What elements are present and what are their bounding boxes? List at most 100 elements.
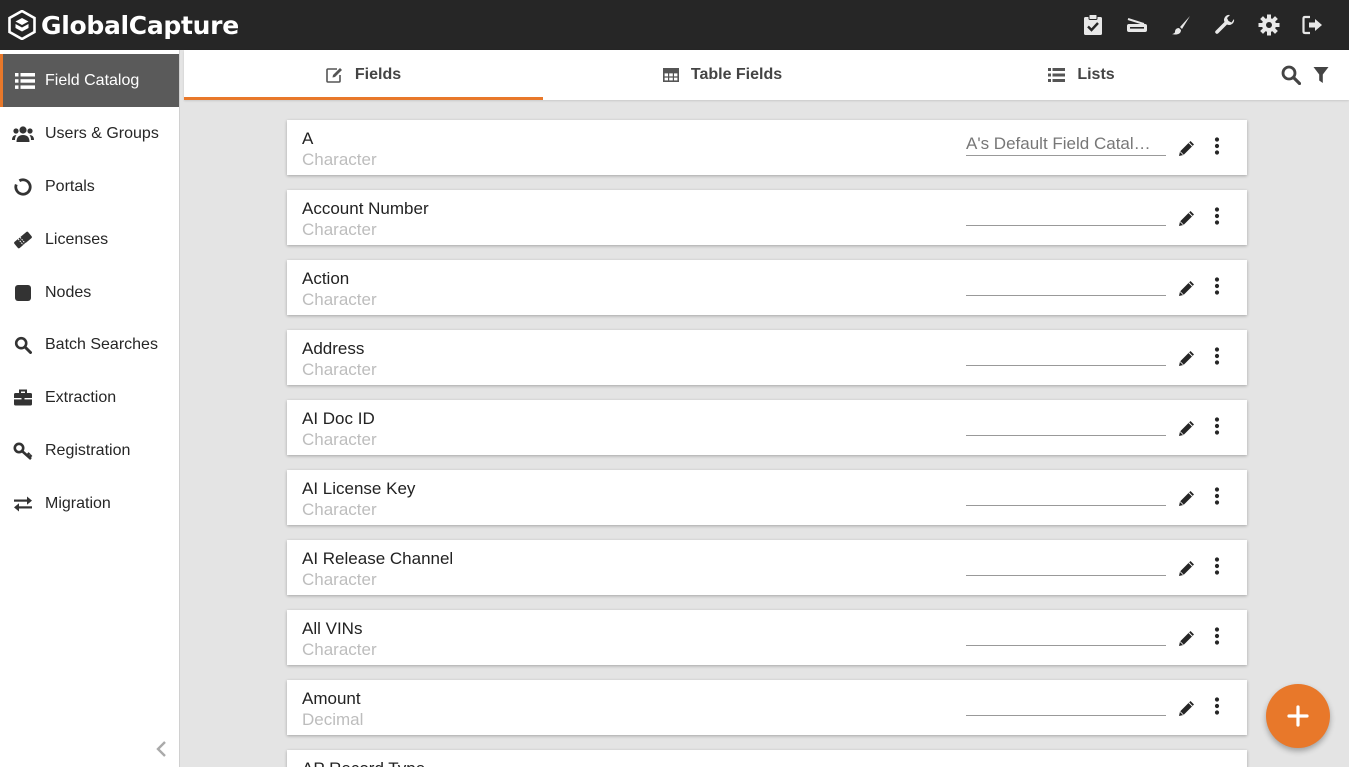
sidebar-item-label: Licenses: [45, 230, 109, 248]
more-options-button[interactable]: [1214, 207, 1220, 230]
field-catalog-value[interactable]: [966, 484, 1166, 506]
pencil-icon: [1179, 281, 1194, 296]
tasks-button[interactable]: [1071, 0, 1115, 50]
edit-field-button[interactable]: [1178, 560, 1195, 582]
gear-icon: [1258, 14, 1280, 36]
filter-icon: [1313, 67, 1329, 83]
edit-field-button[interactable]: [1178, 630, 1195, 652]
edit-field-button[interactable]: [1178, 350, 1195, 372]
sidebar-item-extraction[interactable]: Extraction: [0, 371, 179, 424]
ticket-icon: [0, 231, 45, 249]
field-type: Character: [302, 290, 377, 309]
top-toolbar: [1071, 0, 1335, 50]
more-options-button[interactable]: [1214, 277, 1220, 300]
field-name: All VINs: [302, 619, 363, 638]
pencil-icon: [1179, 491, 1194, 506]
edit-field-button[interactable]: [1178, 700, 1195, 722]
brush-button[interactable]: [1159, 0, 1203, 50]
tab-label: Lists: [1077, 66, 1115, 83]
tab-lists[interactable]: Lists: [902, 50, 1261, 100]
field-row[interactable]: Amount Decimal: [287, 680, 1247, 735]
sidebar-item-licenses[interactable]: Licenses: [0, 213, 179, 266]
filter-button[interactable]: [1313, 66, 1329, 84]
field-catalog-value[interactable]: [966, 204, 1166, 226]
sidebar: Field Catalog Users & Groups Portals Lic…: [0, 50, 180, 767]
more-options-button[interactable]: [1214, 137, 1220, 160]
field-catalog-value[interactable]: [966, 624, 1166, 646]
search-button[interactable]: [1281, 65, 1301, 85]
sidebar-item-users-groups[interactable]: Users & Groups: [0, 107, 179, 160]
field-type: Character: [302, 360, 377, 379]
table-icon: [662, 68, 679, 82]
app-logo[interactable]: GlobalCapture: [8, 10, 239, 40]
more-options-button[interactable]: [1214, 627, 1220, 650]
scanner-button[interactable]: [1115, 0, 1159, 50]
more-vertical-icon: [1214, 697, 1220, 715]
field-row[interactable]: Address Character: [287, 330, 1247, 385]
sidebar-item-label: Registration: [45, 441, 131, 459]
collapse-sidebar-button[interactable]: [154, 740, 168, 763]
logout-button[interactable]: [1291, 0, 1335, 50]
field-row[interactable]: AI License Key Character: [287, 470, 1247, 525]
field-name: AP Record Type: [302, 759, 425, 767]
sidebar-item-nodes[interactable]: Nodes: [0, 266, 179, 319]
more-options-button[interactable]: [1214, 347, 1220, 370]
field-catalog-value[interactable]: [966, 414, 1166, 436]
field-row[interactable]: Action Character: [287, 260, 1247, 315]
edit-field-button[interactable]: [1178, 490, 1195, 512]
field-catalog-value[interactable]: [966, 554, 1166, 576]
field-row[interactable]: AP Record Type: [287, 750, 1247, 767]
field-row[interactable]: AI Release Channel Character: [287, 540, 1247, 595]
sidebar-item-field-catalog[interactable]: Field Catalog: [0, 54, 179, 107]
field-type: Character: [302, 150, 377, 169]
top-bar: GlobalCapture: [0, 0, 1349, 50]
sidebar-item-label: Field Catalog: [45, 71, 140, 89]
brush-icon: [1172, 16, 1190, 35]
sidebar-item-label: Batch Searches: [45, 335, 158, 353]
sidebar-item-batch-searches[interactable]: Batch Searches: [0, 318, 179, 371]
field-catalog-value[interactable]: [966, 344, 1166, 366]
field-name: Address: [302, 339, 365, 358]
node-square-icon: [0, 284, 45, 302]
more-options-button[interactable]: [1214, 557, 1220, 580]
field-row[interactable]: AI Doc ID Character: [287, 400, 1247, 455]
sidebar-item-label: Migration: [45, 494, 111, 512]
field-type: Character: [302, 500, 377, 519]
field-row[interactable]: Account Number Character: [287, 190, 1247, 245]
sidebar-item-portals[interactable]: Portals: [0, 160, 179, 213]
users-icon: [0, 125, 45, 142]
sidebar-item-label: Extraction: [45, 388, 117, 406]
field-catalog-value[interactable]: [966, 274, 1166, 296]
more-vertical-icon: [1214, 627, 1220, 645]
more-options-button[interactable]: [1214, 487, 1220, 510]
edit-field-button[interactable]: [1178, 140, 1195, 162]
tab-fields[interactable]: Fields: [184, 50, 543, 100]
tasks-icon: [1084, 14, 1102, 35]
field-catalog-value[interactable]: [966, 694, 1166, 716]
edit-field-button[interactable]: [1178, 420, 1195, 442]
scanner-icon: [1127, 18, 1147, 32]
field-row[interactable]: All VINs Character: [287, 610, 1247, 665]
briefcase-icon: [0, 389, 45, 407]
more-vertical-icon: [1214, 137, 1220, 155]
field-name: AI Doc ID: [302, 409, 375, 428]
more-options-button[interactable]: [1214, 697, 1220, 720]
settings-button[interactable]: [1247, 0, 1291, 50]
add-field-button[interactable]: [1266, 684, 1330, 748]
edit-icon: [326, 67, 343, 83]
more-vertical-icon: [1214, 487, 1220, 505]
list-icon: [1048, 68, 1066, 82]
edit-field-button[interactable]: [1178, 280, 1195, 302]
wrench-button[interactable]: [1203, 0, 1247, 50]
sidebar-item-registration[interactable]: Registration: [0, 424, 179, 477]
field-row[interactable]: A Character A's Default Field Catal…: [287, 120, 1247, 175]
search-icon: [1281, 65, 1301, 85]
field-name: AI Release Channel: [302, 549, 454, 568]
pencil-icon: [1179, 701, 1194, 716]
more-options-button[interactable]: [1214, 417, 1220, 440]
sidebar-item-migration[interactable]: Migration: [0, 477, 179, 530]
edit-field-button[interactable]: [1178, 210, 1195, 232]
field-catalog-value[interactable]: A's Default Field Catal…: [966, 134, 1166, 156]
pencil-icon: [1179, 421, 1194, 436]
tab-table-fields[interactable]: Table Fields: [543, 50, 902, 100]
